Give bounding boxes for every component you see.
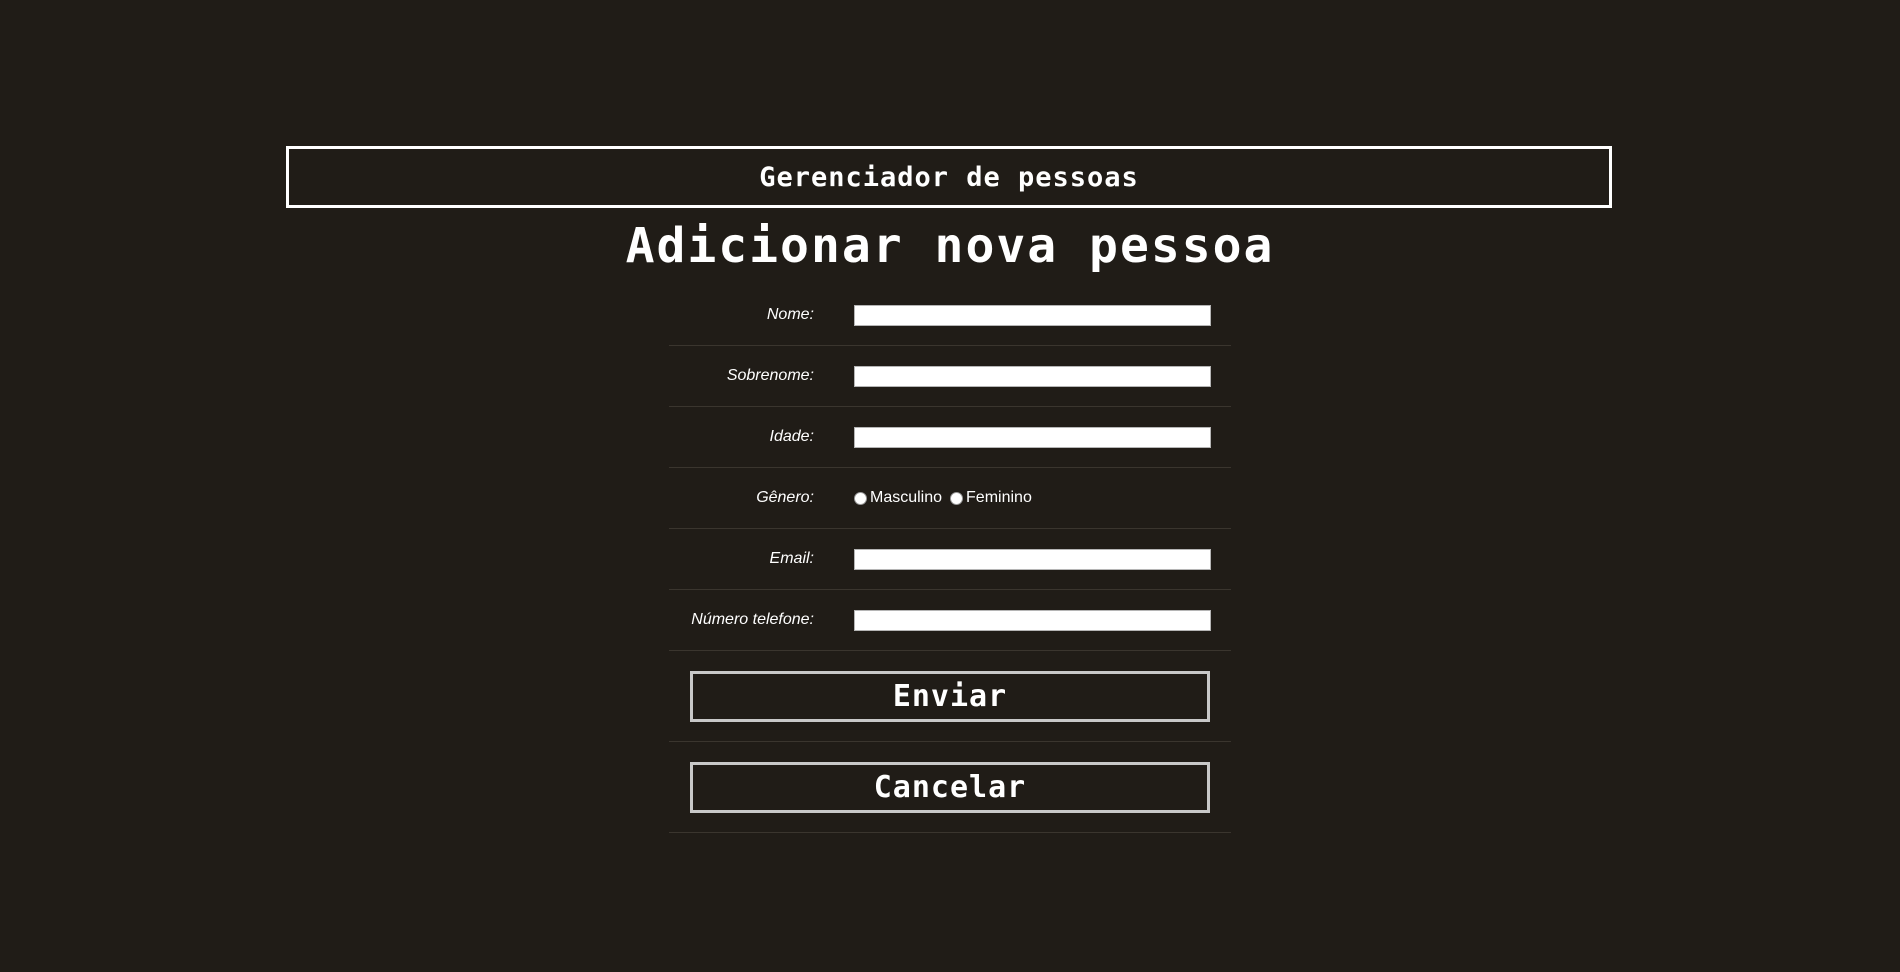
idade-control — [854, 426, 1231, 448]
feminino-label[interactable]: Feminino — [966, 489, 1032, 507]
masculino-radio[interactable] — [854, 491, 867, 505]
cancel-row: Cancelar — [669, 742, 1231, 833]
cancel-button[interactable]: Cancelar — [690, 761, 1210, 813]
form-row-sobrenome: Sobrenome: — [669, 346, 1231, 407]
idade-input[interactable] — [854, 426, 1211, 448]
page-title: Adicionar nova pessoa — [625, 218, 1275, 274]
form-row-telefone: Número telefone: — [669, 590, 1231, 651]
add-person-form: Nome: Sobrenome: Idade: Gênero: Masculin… — [669, 285, 1231, 833]
submit-row: Enviar — [669, 651, 1231, 742]
feminino-radio[interactable] — [950, 491, 964, 505]
genero-radio-group: Masculino Feminino — [854, 489, 1040, 507]
genero-option-feminino[interactable]: Feminino — [950, 489, 1032, 507]
sobrenome-input[interactable] — [854, 365, 1211, 387]
sobrenome-label: Sobrenome: — [726, 367, 814, 384]
nome-control — [854, 304, 1231, 326]
telefone-control — [854, 609, 1231, 631]
idade-label: Idade: — [769, 428, 814, 445]
form-row-idade: Idade: — [669, 407, 1231, 468]
telefone-input[interactable] — [854, 609, 1211, 631]
email-control — [854, 548, 1231, 570]
app-header: Gerenciador de pessoas — [286, 146, 1612, 208]
app-title: Gerenciador de pessoas — [759, 161, 1139, 193]
nome-input[interactable] — [854, 304, 1211, 326]
submit-button[interactable]: Enviar — [690, 670, 1210, 722]
masculino-label[interactable]: Masculino — [870, 489, 942, 507]
genero-control: Masculino Feminino — [854, 489, 1231, 507]
genero-option-masculino[interactable]: Masculino — [854, 489, 942, 507]
form-row-nome: Nome: — [669, 285, 1231, 346]
email-label: Email: — [769, 550, 814, 567]
form-row-email: Email: — [669, 529, 1231, 590]
sobrenome-control — [854, 365, 1231, 387]
nome-label: Nome: — [766, 306, 814, 323]
email-input[interactable] — [854, 548, 1211, 570]
form-row-genero: Gênero: Masculino Feminino — [669, 468, 1231, 529]
genero-label: Gênero: — [756, 489, 814, 506]
telefone-label: Número telefone: — [691, 611, 814, 628]
